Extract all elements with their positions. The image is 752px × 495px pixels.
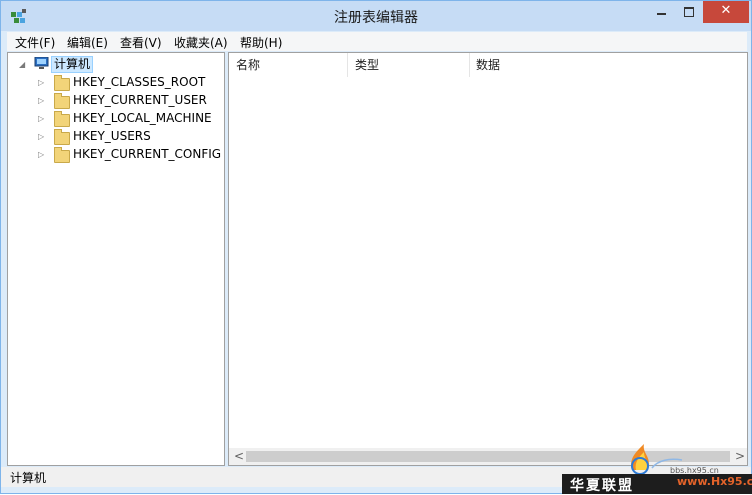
menu-favorites[interactable]: 收藏夹(A) <box>174 34 228 51</box>
menu-view[interactable]: 查看(V) <box>120 34 162 51</box>
column-divider[interactable] <box>469 53 470 77</box>
close-icon: ✕ <box>720 3 732 18</box>
column-header-name[interactable]: 名称 <box>236 53 260 77</box>
values-list[interactable]: 名称 类型 数据 < > <box>228 52 748 466</box>
maximize-button[interactable] <box>671 1 707 23</box>
tree-node-hkcu[interactable]: ▷ HKEY_CURRENT_USER <box>36 92 222 110</box>
title-bar[interactable]: 注册表编辑器 ✕ <box>1 1 751 31</box>
menu-edit[interactable]: 编辑(E) <box>67 34 108 51</box>
folder-icon <box>54 129 70 145</box>
folder-icon <box>54 93 70 109</box>
window-title: 注册表编辑器 <box>334 10 418 26</box>
menu-file[interactable]: 文件(F) <box>15 34 55 51</box>
watermark-title: 华夏联盟 <box>570 478 634 494</box>
column-header-data[interactable]: 数据 <box>476 53 500 77</box>
tree-node-computer[interactable]: ◢ 计算机 <box>18 56 218 74</box>
computer-icon <box>34 57 49 69</box>
status-path: 计算机 <box>10 471 47 485</box>
menu-help[interactable]: 帮助(H) <box>240 34 282 51</box>
site-watermark: bbs.hx95.cn 华夏联盟 www.Hx95.com <box>562 440 752 494</box>
expand-icon[interactable]: ▷ <box>38 96 48 106</box>
tree-node-label: HKEY_CURRENT_CONFIG <box>73 147 222 161</box>
expand-icon[interactable]: ▷ <box>38 150 48 160</box>
tree-node-label: 计算机 <box>51 56 94 73</box>
tree-node-hkcr[interactable]: ▷ HKEY_CLASSES_ROOT <box>36 74 222 92</box>
tree-node-hku[interactable]: ▷ HKEY_USERS <box>36 128 222 146</box>
folder-icon <box>54 75 70 91</box>
close-button[interactable]: ✕ <box>703 1 749 23</box>
tree-node-hkcc[interactable]: ▷ HKEY_CURRENT_CONFIG <box>36 146 222 164</box>
registry-editor-window: 注册表编辑器 ✕ 文件(F) 编辑(E) 查看(V) 收藏夹(A) 帮助(H) … <box>0 0 752 494</box>
folder-icon <box>54 147 70 163</box>
column-divider[interactable] <box>347 53 348 77</box>
tree-node-hklm[interactable]: ▷ HKEY_LOCAL_MACHINE <box>36 110 222 128</box>
menu-bar: 文件(F) 编辑(E) 查看(V) 收藏夹(A) 帮助(H) <box>7 32 747 51</box>
tree-node-label: HKEY_LOCAL_MACHINE <box>73 111 212 125</box>
registry-tree[interactable]: ◢ 计算机 ▷ HKEY_CLASSES_ROOT ▷ HKEY_CURRENT… <box>7 52 225 466</box>
tree-node-label: HKEY_CLASSES_ROOT <box>73 75 206 89</box>
watermark-site: www.Hx95.com <box>677 475 752 488</box>
tree-node-label: HKEY_CURRENT_USER <box>73 93 207 107</box>
collapse-icon[interactable]: ◢ <box>19 60 29 70</box>
expand-icon[interactable]: ▷ <box>38 132 48 142</box>
watermark-bbs: bbs.hx95.cn <box>670 466 719 475</box>
scroll-left-icon[interactable]: < <box>234 449 244 463</box>
folder-icon <box>54 111 70 127</box>
tree-node-label: HKEY_USERS <box>73 129 151 143</box>
expand-icon[interactable]: ▷ <box>38 114 48 124</box>
expand-icon[interactable]: ▷ <box>38 78 48 88</box>
column-header-type[interactable]: 类型 <box>355 53 379 77</box>
